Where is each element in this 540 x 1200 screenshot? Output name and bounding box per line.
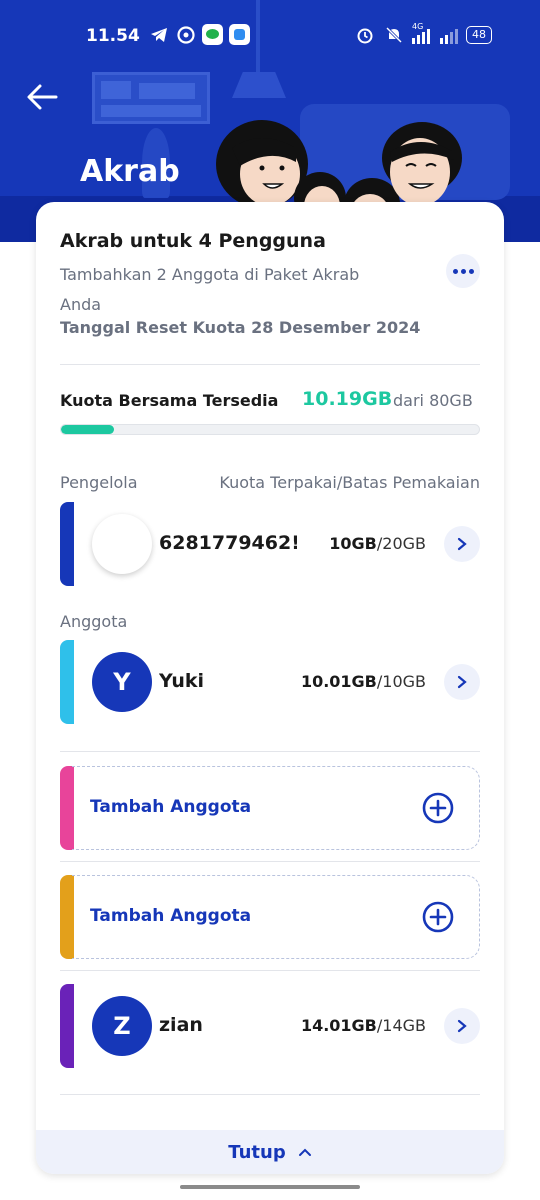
member-usage: 10.01GB/10GB <box>301 672 426 691</box>
chevron-right-icon <box>457 537 467 551</box>
decor-picture-frame <box>92 72 210 124</box>
status-time: 11.54 <box>86 26 140 46</box>
divider <box>60 751 480 752</box>
member-detail-button[interactable] <box>444 664 480 700</box>
member-row-yuki[interactable]: Y Yuki 10.01GB/10GB <box>60 640 480 724</box>
plus-circle-icon <box>422 792 454 824</box>
battery-icon: 48 <box>466 25 492 44</box>
manager-row[interactable]: 6281779462! 10GB/20GB <box>60 502 480 586</box>
add-member-slot[interactable]: Tambah Anggota <box>60 766 480 850</box>
members-section-label: Anggota <box>60 612 128 631</box>
member-detail-button[interactable] <box>444 1008 480 1044</box>
add-member-button[interactable] <box>422 792 454 824</box>
member-color-bar <box>60 640 74 724</box>
member-used: 14.01GB <box>300 1016 377 1035</box>
member-usage: 14.01GB/14GB <box>301 1016 426 1035</box>
divider <box>60 970 480 971</box>
avatar: Z <box>92 996 152 1056</box>
package-card: Akrab untuk 4 Pengguna Tambahkan 2 Anggo… <box>36 202 504 1174</box>
signal-icon: 4G <box>412 22 458 44</box>
telegram-icon <box>148 24 169 45</box>
status-bar: 11.54 4G 48 <box>0 0 540 72</box>
divider <box>60 861 480 862</box>
app-notification-icon <box>175 24 196 45</box>
alarm-icon <box>354 24 375 45</box>
back-button[interactable] <box>26 82 60 112</box>
chevron-right-icon <box>457 675 467 689</box>
manager-number: 6281779462! <box>159 532 297 554</box>
shared-quota-label: Kuota Bersama Tersedia <box>60 391 279 410</box>
avatar: Y <box>92 652 152 712</box>
manager-section-label: Pengelola <box>60 473 138 492</box>
system-icons: 4G 48 <box>354 22 492 45</box>
manager-usage: 10GB/20GB <box>329 534 426 553</box>
quota-reset-date: Tanggal Reset Kuota 28 Desember 2024 <box>60 318 421 337</box>
plus-circle-icon <box>422 901 454 933</box>
member-limit: /14GB <box>376 1016 426 1035</box>
member-limit: /10GB <box>376 672 426 691</box>
chevron-right-icon <box>457 1019 467 1033</box>
add-member-label: Tambah Anggota <box>90 906 252 926</box>
manager-limit: /20GB <box>376 534 426 553</box>
manager-detail-button[interactable] <box>444 526 480 562</box>
close-button[interactable]: Tutup <box>36 1130 504 1174</box>
add-member-label: Tambah Anggota <box>90 797 252 817</box>
network-type: 4G <box>412 21 424 31</box>
package-title: Akrab untuk 4 Pengguna <box>60 230 326 252</box>
manager-color-bar <box>60 502 74 586</box>
decor-lamp-icon <box>232 72 286 98</box>
usage-column-header: Kuota Terpakai/Batas Pemakaian <box>219 473 480 492</box>
chevron-up-icon <box>298 1148 311 1156</box>
more-options-button[interactable] <box>446 254 480 288</box>
shared-quota-total: dari 80GB <box>393 391 473 410</box>
member-name: zian <box>159 1014 203 1036</box>
member-color-bar <box>60 984 74 1068</box>
package-description: Tambahkan 2 Anggota di Paket Akrab Anda <box>60 265 360 314</box>
more-dots-icon <box>452 268 458 274</box>
quota-progress-fill <box>61 425 115 434</box>
divider <box>60 1094 480 1095</box>
member-used: 10.01GB <box>300 672 377 691</box>
divider <box>60 364 480 365</box>
app-icon <box>229 24 250 45</box>
avatar <box>92 514 152 574</box>
shared-quota-available: 10.19GB <box>302 388 393 410</box>
arrow-left-icon <box>27 84 58 110</box>
mute-bell-icon <box>383 24 404 45</box>
quota-progress-bar <box>60 424 480 435</box>
page-title: Akrab <box>80 154 180 189</box>
notification-icons <box>148 24 250 45</box>
home-indicator <box>180 1185 360 1189</box>
member-row-zian[interactable]: Z zian 14.01GB/14GB <box>60 984 480 1068</box>
manager-used: 10GB <box>329 534 377 553</box>
add-member-button[interactable] <box>422 901 454 933</box>
close-label: Tutup <box>228 1141 286 1163</box>
member-name: Yuki <box>159 670 205 692</box>
line-icon <box>202 24 223 45</box>
add-member-slot[interactable]: Tambah Anggota <box>60 875 480 959</box>
